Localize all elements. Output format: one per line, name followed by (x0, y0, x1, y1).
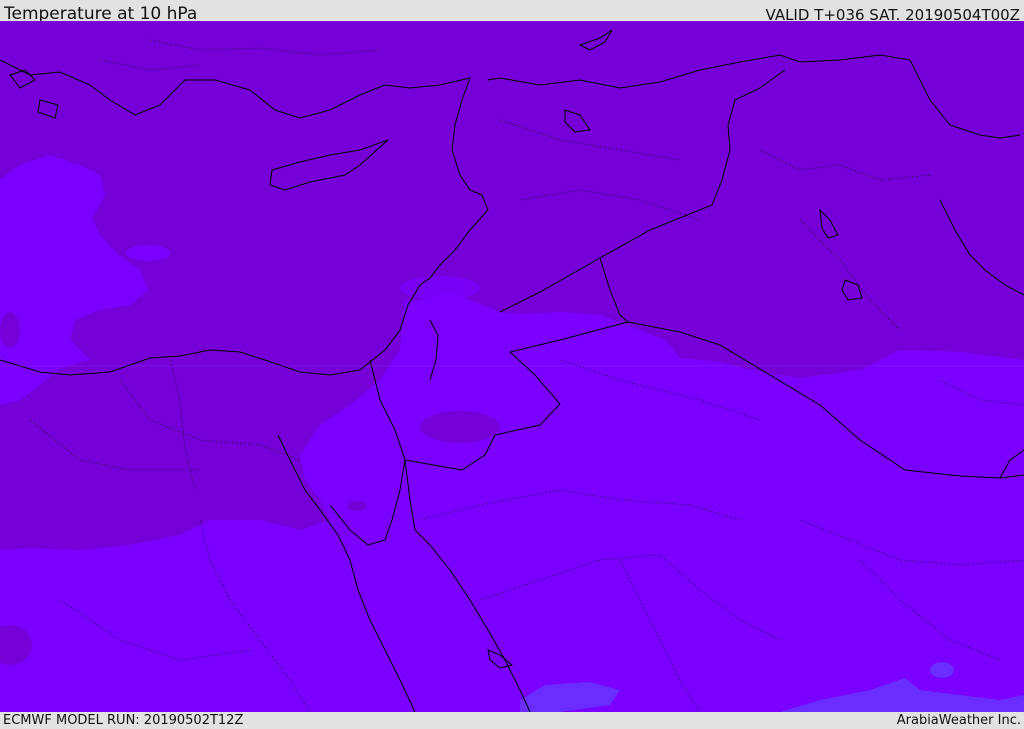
temp-cell (126, 245, 170, 261)
temp-cell-dark-sinai (347, 501, 367, 511)
temp-cell-dark-west (0, 312, 20, 348)
credit-text: ArabiaWeather Inc. (896, 713, 1021, 728)
temp-cell-levant (400, 276, 480, 300)
temp-cell-light (930, 662, 954, 678)
model-run: ECMWF MODEL RUN: 20190502T12Z (3, 713, 244, 728)
footer-bar: ECMWF MODEL RUN: 20190502T12Z ArabiaWeat… (0, 712, 1024, 729)
weather-map[interactable] (0, 21, 1024, 712)
map-canvas (0, 21, 1024, 712)
temp-cell-dark (420, 411, 500, 443)
header-bar: Temperature at 10 hPa VALID T+036 SAT. 2… (0, 0, 1024, 24)
